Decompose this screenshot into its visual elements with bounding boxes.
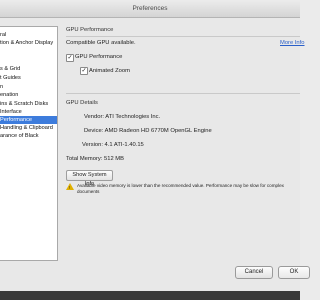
compatible-gpu-text: Compatible GPU available. xyxy=(66,40,136,46)
preferences-sidebar: ral tion & Anchor Display s & Grid t Gui… xyxy=(0,26,58,261)
sidebar-item-blank[interactable] xyxy=(0,47,57,55)
gpu-version-text: Version: 4.1 ATI-1.40.15 xyxy=(82,142,144,148)
cancel-button[interactable]: Cancel xyxy=(235,266,273,279)
sidebar-item-file-handling-clipboard[interactable]: Handling & Clipboard xyxy=(0,124,57,132)
sidebar-item-n[interactable]: n xyxy=(0,83,57,91)
sidebar-item-plugins-scratch-disks[interactable]: ins & Scratch Disks xyxy=(0,100,57,108)
animated-zoom-checkbox-label: Animated Zoom xyxy=(89,68,130,74)
sidebar-item-guides-grid[interactable]: s & Grid xyxy=(0,65,57,73)
sidebar-item-gpu-performance[interactable]: Performance xyxy=(0,116,57,124)
gpu-details-heading: GPU Details xyxy=(66,100,98,106)
preferences-window: Preferences ral tion & Anchor Display s … xyxy=(0,0,310,291)
sidebar-item-selection-anchor-display[interactable]: tion & Anchor Display xyxy=(0,39,57,47)
ok-button[interactable]: OK xyxy=(278,266,310,279)
gpu-performance-checkbox[interactable]: ✓ xyxy=(66,54,74,62)
window-title: Preferences xyxy=(0,0,300,18)
animated-zoom-checkbox[interactable]: ✓ xyxy=(80,67,88,75)
sidebar-item-user-interface[interactable]: Interface xyxy=(0,108,57,116)
warning-exclamation-icon: ! xyxy=(69,185,71,190)
warning-text-line1: Available video memory is lower than the… xyxy=(77,183,284,188)
more-info-link[interactable]: More Info xyxy=(280,40,305,47)
sidebar-item-general[interactable]: ral xyxy=(0,31,57,39)
gpu-device-text: Device: AMD Radeon HD 6770M OpenGL Engin… xyxy=(84,128,212,134)
show-system-info-button[interactable]: Show System Info xyxy=(66,170,113,187)
sidebar-item-smart-guides[interactable]: t Guides xyxy=(0,74,57,82)
section-divider xyxy=(66,36,300,37)
sidebar-item-appearance-of-black[interactable]: arance of Black xyxy=(0,132,57,140)
total-memory-text: Total Memory: 512 MB xyxy=(66,156,124,162)
gpu-performance-heading: GPU Performance xyxy=(66,27,114,33)
section-divider xyxy=(66,93,300,94)
gpu-performance-checkbox-label: GPU Performance xyxy=(75,54,123,60)
gpu-vendor-text: Vendor: ATI Technologies Inc. xyxy=(84,114,161,120)
sidebar-item-hyphenation[interactable]: enation xyxy=(0,91,57,99)
warning-text-line2: documents xyxy=(77,189,100,194)
